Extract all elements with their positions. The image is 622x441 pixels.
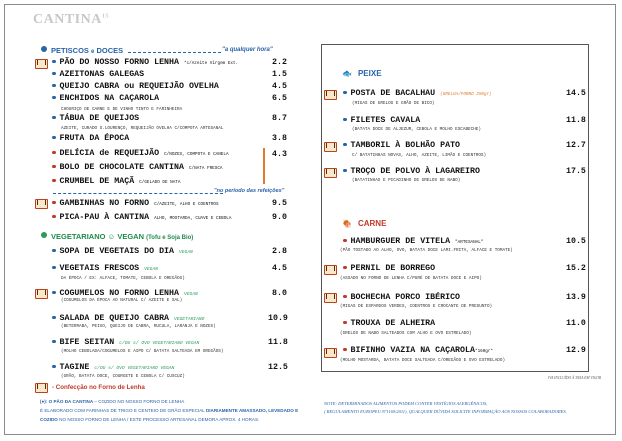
menu-item-pao: PÃO DO NOSSO FORNO LENHA *c/Azeite Virge…	[52, 58, 238, 67]
wood-oven-icon	[324, 142, 337, 152]
menu-item-bacalhau: POSTA DE BACALHAU (GRELHA/FORNO 250gr)	[343, 89, 492, 98]
petiscos-note: "a qualquer hora"	[222, 47, 273, 53]
item-description: (GRELOS DE NABO SALTEADOS COM ALHO E OVO…	[340, 331, 472, 336]
menu-item-pernil: PERNIL DE BORREGO	[343, 264, 435, 273]
divider	[128, 52, 221, 53]
dessert-bracket	[263, 148, 265, 184]
wood-oven-icon	[324, 90, 337, 100]
price: 6.5	[272, 94, 287, 103]
price: 10.5	[566, 237, 586, 246]
menu-item-bochecha: BOCHECHA PORCO IBÉRICO	[343, 293, 460, 302]
wood-oven-icon	[35, 199, 48, 209]
menu-item-bifinho: BIFINHO VAZIA NA CAÇAROLA*160gr*	[343, 346, 493, 355]
menu-item-bolo: BOLO DE CHOCOLATE CANTINA C/NATA FRESCA	[52, 163, 223, 172]
wood-oven-icon	[324, 293, 337, 303]
price: 11.8	[268, 338, 288, 347]
item-description: C/ BATATINHAS NOVAS, ALHO, AZEITE, LIMÃO…	[352, 153, 487, 158]
wood-oven-icon	[35, 289, 48, 299]
price: 2.2	[272, 58, 287, 67]
item-description: (MIGAS DE GRELOS E GRÃO DE BICO)	[352, 101, 435, 106]
menu-item-fruta: FRUTA DA ÉPOCA	[52, 134, 129, 143]
wood-oven-icon	[324, 348, 337, 358]
footer-line-2: É ELABORADO COM FARINHAS DE TRIGO E CENT…	[40, 408, 299, 413]
footer-line-1: (●): O PÃO DA CANTINA – COZIDO NO NOSSO …	[40, 399, 185, 404]
item-description: (BATATINHAS E PICADINHO DE GRELOS DE NAB…	[352, 178, 461, 183]
allergen-note-2: ( REGULAMENTO EUROPEU Nº1169/2011), QUAL…	[324, 409, 567, 414]
menu-item-polvo: TROÇO DE POLVO À LAGAREIRO	[343, 167, 480, 176]
price: 2.8	[272, 247, 287, 256]
price: 3.8	[272, 134, 287, 143]
wood-oven-icon	[324, 168, 337, 178]
item-description: (BETERRABA, PEIXO, QUEIJO DE CABRA, RUCU…	[61, 324, 216, 329]
menu-item-tamboril: TAMBORIL À BOLHÃO PATO	[343, 141, 460, 150]
menu-item-crumbel: CRUMBEL DE MAÇÃ C/GELADO DE NATA	[52, 177, 180, 186]
section-carne-header: 🍖 CARNE	[342, 219, 387, 228]
item-description: (MOLHO MOSTARDA, BATATA DOCE SALTEADA C/…	[340, 358, 506, 363]
item-description: CHOURIÇO DE CARNE E DE VINHO TINTO E FAR…	[61, 107, 183, 112]
wood-oven-icon	[35, 59, 48, 69]
allergen-note-1: NOTE: DETERMINADOS ALIMENTOS PODEM CONTE…	[324, 401, 488, 406]
price: 12.7	[566, 141, 586, 150]
price: 17.5	[566, 167, 586, 176]
footer-line-3: COZIDO NO NOSSO FORNO DE LENHA / ESTE PR…	[40, 417, 260, 422]
price: 12.9	[566, 346, 586, 355]
legend-text: - Confecção no Forno de Lenha	[52, 384, 145, 391]
menu-item-tabua: TÁBUA DE QUEIJOS	[52, 114, 139, 123]
menu-item-salada: SALADA DE QUEIJO CABRA VEGETARIANO	[52, 314, 204, 323]
fish-icon: 🐟	[342, 69, 352, 78]
menu-item-seitan: BIFE SEITAN c/OU s/ OVO VEGETARIANO VEGA…	[52, 338, 199, 347]
wood-oven-icon	[324, 265, 337, 275]
price: 15.2	[566, 264, 586, 273]
price: 9.0	[272, 213, 287, 222]
item-description: (MOLHO CEBOLADA/COGUMELOS E AIPO C/ BATA…	[61, 349, 224, 354]
item-description: DA ÉPOCA / EX: ALFACE, TOMATE, CEBOLA E …	[61, 276, 185, 281]
price: 14.5	[566, 89, 586, 98]
price: 8.7	[272, 114, 287, 123]
price: 10.9	[268, 314, 288, 323]
menu-item-gambinhas: GAMBINHAS NO FORNO C/AZEITE, ALHO E COEN…	[52, 199, 219, 208]
price: 4.5	[272, 82, 287, 91]
divider	[53, 193, 223, 194]
menu-item-tagine: TAGINE c/OU s/ OVO VEGETARIANO VEGAN	[52, 363, 174, 372]
item-description: AZEITE, CURADO S.LOURENÇO, REQUEIJÃO OVE…	[61, 126, 224, 131]
price: 4.5	[272, 264, 287, 273]
menu-item-queijo: QUEIJO CABRA ou REQUEIJÃO OVELHA	[52, 82, 219, 91]
menu-item-azeitonas: AZEITONAS GALEGAS	[52, 70, 144, 79]
wood-oven-icon	[35, 383, 48, 393]
menu-item-trouxa: TROUXA DE ALHEIRA	[343, 319, 435, 328]
item-description: (MIGAS DE ESPARGOS VERDES, COENTROS E CR…	[340, 304, 493, 309]
item-description: (BATATA DOCE DE ALJEZUR, CEBOLA E MOLHO …	[352, 127, 481, 132]
price: 11.0	[566, 319, 586, 328]
menu-item-enchidos: ENCHIDOS NA CAÇAROLA	[52, 94, 159, 103]
iva-note: IVA INCLUÍDO À TAXA EM VIGOR	[548, 376, 602, 380]
menu-item-cavala: FILETES CAVALA	[343, 116, 420, 125]
evening-note: "no período das refeições"	[214, 188, 285, 194]
item-description: (GRÃO, BATATA DOCE, COURGETE E CEBOLA C/…	[61, 374, 185, 379]
item-description: (COGUMELOS DA ÉPOCA AO NATURAL C/ AZEITE…	[61, 298, 183, 303]
menu-item-picapau: PICA-PAU À CANTINA ALHO, MOSTARDA, CUAVE…	[52, 213, 231, 222]
menu-item-vegetais: VEGETAIS FRESCOS VEGAN	[52, 264, 158, 273]
price: 1.5	[272, 70, 287, 79]
menu-item-hamburguer: HAMBURGUER DE VITELA "ARTESANAL"	[343, 237, 483, 246]
menu-item-delicia: DELÍCIA de REQUEIJÃO C/NOZES, COMPOTA E …	[52, 149, 229, 158]
menu-item-cogumelos: COGUMELOS NO FORNO LENHA VEGAN	[52, 289, 198, 298]
item-description: (ASSADO NO FORNO DE LENHA C/PURÉ DE BATA…	[340, 276, 482, 281]
price: 12.5	[268, 363, 288, 372]
price: 8.0	[272, 289, 287, 298]
price: 11.8	[566, 116, 586, 125]
price: 4.3	[272, 150, 287, 159]
menu-item-sopa: SOPA DE VEGETAIS DO DIA VEGAN	[52, 247, 193, 256]
section-petiscos-header: PETISCOS e DOCES	[41, 46, 123, 55]
price: 13.9	[566, 293, 586, 302]
price: 9.5	[272, 199, 287, 208]
logo: CANTINA15	[33, 12, 109, 27]
item-description: (PÃO TOSTADO AO ALHO, OVO, BATATA DOCE L…	[340, 248, 513, 253]
section-vegetarian-header: VEGETARIANO ☺ VEGAN (Tofu e Soja Bio)	[41, 232, 193, 241]
meat-icon: 🍖	[342, 219, 352, 228]
section-peixe-header: 🐟 PEIXE	[342, 69, 382, 78]
